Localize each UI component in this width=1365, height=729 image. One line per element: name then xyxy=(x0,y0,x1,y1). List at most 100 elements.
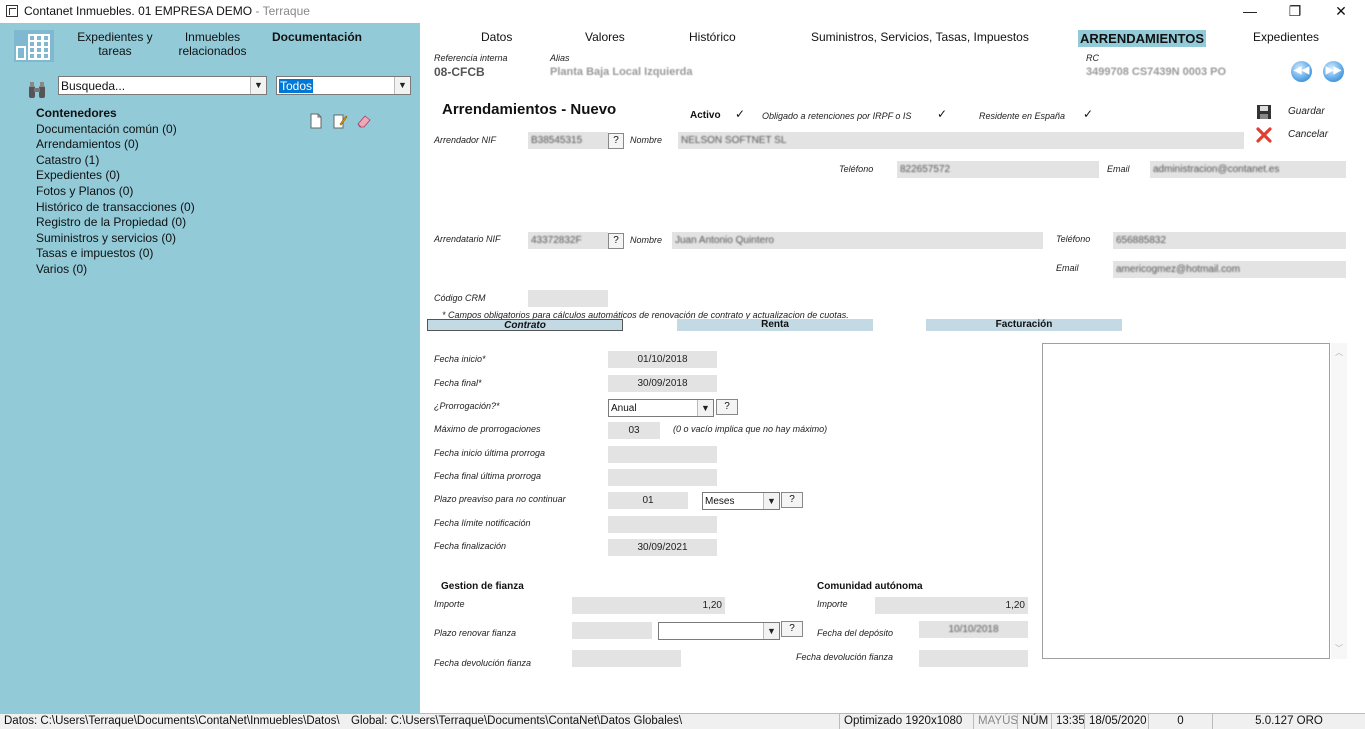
plazo-renovar-field[interactable] xyxy=(572,622,652,639)
arrendador-nombre-field[interactable]: NELSON SOFTNET SL xyxy=(678,132,1244,149)
activo-checkbox[interactable]: ✓ xyxy=(734,108,746,121)
tree-item[interactable]: Documentación común (0) xyxy=(36,122,195,138)
comunidad-importe-label: Importe xyxy=(817,599,848,609)
arrendatario-nombre-field[interactable]: Juan Antonio Quintero xyxy=(672,232,1043,249)
notes-textarea[interactable] xyxy=(1042,343,1330,659)
scroll-down-icon[interactable]: ﹀ xyxy=(1335,643,1343,654)
tree-item[interactable]: Catastro (1) xyxy=(36,153,195,169)
scroll-up-icon[interactable]: ︿ xyxy=(1335,347,1343,358)
fianza-devolucion-field[interactable] xyxy=(572,650,681,667)
prorrogacion-help-button[interactable]: ? xyxy=(716,399,738,415)
fecha-final-ultima-label: Fecha final última prorroga xyxy=(434,471,542,481)
tree-item[interactable]: Arrendamientos (0) xyxy=(36,137,195,153)
fecha-final-field[interactable]: 30/09/2018 xyxy=(608,375,717,392)
tree-item[interactable]: Fotos y Planos (0) xyxy=(36,184,195,200)
section-tab-facturacion[interactable]: Facturación xyxy=(926,319,1122,331)
save-icon[interactable] xyxy=(1256,104,1272,120)
arrendador-lookup-button[interactable]: ? xyxy=(608,133,624,149)
tree-item[interactable]: Expedientes (0) xyxy=(36,168,195,184)
cancel-button[interactable]: Cancelar xyxy=(1288,129,1328,140)
section-tab-renta[interactable]: Renta xyxy=(677,319,873,331)
search-combo[interactable]: Busqueda... ▼ xyxy=(58,76,267,95)
section-tab-contrato[interactable]: Contrato xyxy=(427,319,623,331)
nav-expedientes-tareas[interactable]: Expedientes y tareas xyxy=(70,30,160,58)
fecha-inicio-label: Fecha inicio* xyxy=(434,354,486,364)
tab-historico[interactable]: Histórico xyxy=(689,30,736,44)
minimize-button[interactable]: — xyxy=(1227,0,1273,23)
residente-checkbox[interactable]: ✓ xyxy=(1082,108,1094,121)
binoculars-icon[interactable] xyxy=(27,80,47,100)
fecha-deposito-field[interactable]: 10/10/2018 xyxy=(919,621,1028,638)
plazo-unidad-select[interactable]: Meses ▼ xyxy=(702,492,780,510)
close-button[interactable]: ✕ xyxy=(1318,0,1364,23)
plazo-help-button[interactable]: ? xyxy=(781,492,803,508)
irpf-checkbox[interactable]: ✓ xyxy=(936,108,948,121)
tab-expedientes[interactable]: Expedientes xyxy=(1253,30,1319,44)
chevron-down-icon[interactable]: ▼ xyxy=(394,77,410,94)
maximize-button[interactable]: ❐ xyxy=(1272,0,1318,23)
fecha-final-ultima-field[interactable] xyxy=(608,469,717,486)
prorrogacion-select[interactable]: Anual ▼ xyxy=(608,399,714,417)
tree-item[interactable]: Histórico de transacciones (0) xyxy=(36,200,195,216)
cancel-x-icon[interactable] xyxy=(1256,127,1272,143)
fecha-inicio-ultima-field[interactable] xyxy=(608,446,717,463)
plazo-renovar-help-button[interactable]: ? xyxy=(781,621,803,637)
notes-scrollbar[interactable]: ︿ ﹀ xyxy=(1331,343,1347,659)
tab-valores[interactable]: Valores xyxy=(585,30,625,44)
comunidad-title: Comunidad autónoma xyxy=(817,581,923,592)
nav-documentacion[interactable]: Documentación xyxy=(272,30,372,44)
tree-item[interactable]: Suministros y servicios (0) xyxy=(36,231,195,247)
status-global-path: Global: C:\Users\Terraque\Documents\Cont… xyxy=(351,715,683,727)
search-combo-value: Busqueda... xyxy=(61,79,126,93)
fecha-finalizacion-field[interactable]: 30/09/2021 xyxy=(608,539,717,556)
chevron-down-icon[interactable]: ▼ xyxy=(763,623,779,639)
fecha-finalizacion-label: Fecha finalización xyxy=(434,541,507,551)
max-prorrogaciones-field[interactable]: 03 xyxy=(608,422,660,439)
fianza-importe-field[interactable]: 1,20 xyxy=(572,597,725,614)
edit-document-icon[interactable] xyxy=(332,113,348,129)
plazo-preaviso-label: Plazo preaviso para no continuar xyxy=(434,494,566,504)
save-button[interactable]: Guardar xyxy=(1288,106,1325,117)
comunidad-devolucion-label: Fecha devolución fianza xyxy=(796,652,894,662)
arrendatario-nif-field[interactable]: 43372832F xyxy=(528,232,608,249)
eraser-icon[interactable] xyxy=(356,113,372,129)
status-version: 5.0.127 ORO xyxy=(1212,714,1365,729)
window-title: Contanet Inmuebles. 01 EMPRESA DEMO - Te… xyxy=(24,4,310,18)
arrendatario-email-field[interactable]: americogmez@hotmail.com xyxy=(1113,261,1346,278)
tab-datos[interactable]: Datos xyxy=(481,30,512,44)
previous-record-button[interactable]: ◀◀ xyxy=(1291,61,1312,82)
arrendador-nif-field[interactable]: B38545315 xyxy=(528,132,608,149)
filter-combo[interactable]: Todos ▼ xyxy=(276,76,411,95)
new-document-icon[interactable] xyxy=(308,113,324,129)
arrendador-telefono-field[interactable]: 822657572 xyxy=(897,161,1099,178)
plazo-unidad-select-value: Meses xyxy=(705,496,735,507)
chevron-down-icon[interactable]: ▼ xyxy=(697,400,713,416)
tree-item[interactable]: Registro de la Propiedad (0) xyxy=(36,215,195,231)
chevron-down-icon[interactable]: ▼ xyxy=(250,77,266,94)
arrendador-email-field[interactable]: administracion@contanet.es xyxy=(1150,161,1346,178)
plazo-renovar-select[interactable]: ▼ xyxy=(658,622,780,640)
fianza-importe-label: Importe xyxy=(434,599,465,609)
filter-combo-value: Todos xyxy=(279,79,314,93)
tab-arrendamientos[interactable]: ARRENDAMIENTOS xyxy=(1078,30,1206,47)
comunidad-devolucion-field[interactable] xyxy=(919,650,1028,667)
fecha-inicio-field[interactable]: 01/10/2018 xyxy=(608,351,717,368)
status-num: NÚM xyxy=(1017,714,1052,729)
tab-suministros[interactable]: Suministros, Servicios, Tasas, Impuestos xyxy=(811,30,1029,44)
building-logo-icon[interactable] xyxy=(14,30,54,62)
tree-item[interactable]: Varios (0) xyxy=(36,262,195,278)
fecha-limite-field[interactable] xyxy=(608,516,717,533)
prorrogacion-select-value: Anual xyxy=(611,403,637,414)
arrendatario-telefono-field[interactable]: 656885832 xyxy=(1113,232,1346,249)
ref-value: 08-CFCB xyxy=(434,65,485,79)
codigo-crm-field[interactable] xyxy=(528,290,608,307)
tree-item[interactable]: Tasas e impuestos (0) xyxy=(36,246,195,262)
comunidad-importe-field[interactable]: 1,20 xyxy=(875,597,1028,614)
nav-inmuebles-relacionados[interactable]: Inmuebles relacionados xyxy=(170,30,255,58)
fecha-deposito-label: Fecha del depósito xyxy=(817,628,894,638)
next-record-button[interactable]: ▶▶ xyxy=(1323,61,1344,82)
arrendatario-lookup-button[interactable]: ? xyxy=(608,233,624,249)
plazo-preaviso-field[interactable]: 01 xyxy=(608,492,688,509)
chevron-down-icon[interactable]: ▼ xyxy=(763,493,779,509)
fecha-inicio-ultima-label: Fecha inicio última prorroga xyxy=(434,448,546,458)
